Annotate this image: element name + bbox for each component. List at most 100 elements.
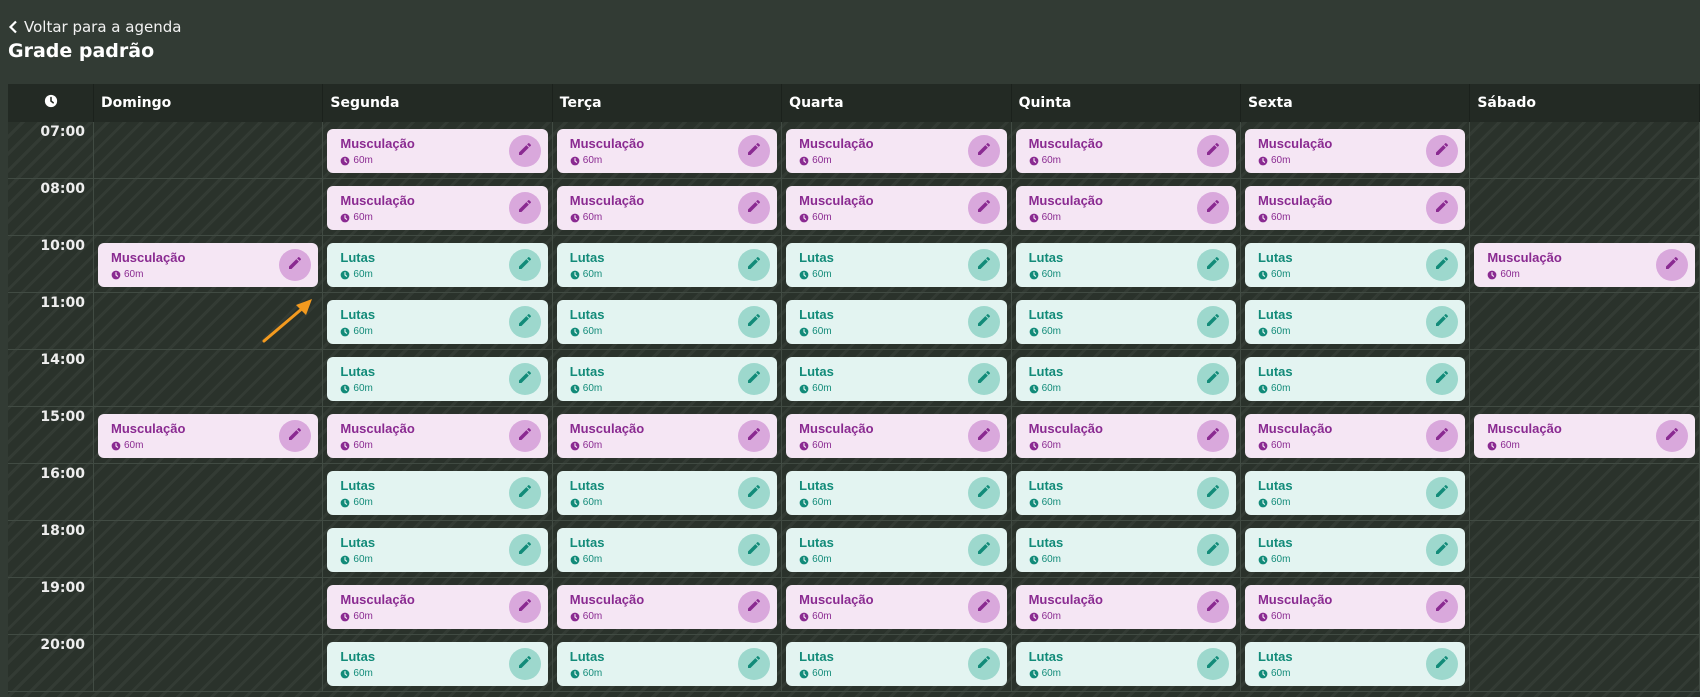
edit-button[interactable] <box>279 420 312 452</box>
back-link[interactable]: Voltar para a agenda <box>8 16 181 38</box>
edit-button[interactable] <box>508 420 541 452</box>
class-card[interactable]: Lutas 60m <box>786 243 1007 287</box>
class-card[interactable]: Lutas 60m <box>556 300 778 344</box>
class-card[interactable]: Lutas 60m <box>1015 471 1236 515</box>
class-card[interactable]: Musculação 60m <box>556 585 778 629</box>
class-card[interactable]: Musculação 60m <box>98 243 319 287</box>
edit-button[interactable] <box>1426 363 1459 395</box>
edit-button[interactable] <box>1426 591 1459 623</box>
edit-button[interactable] <box>967 534 1000 566</box>
edit-button[interactable] <box>738 591 771 623</box>
edit-button[interactable] <box>738 648 771 680</box>
class-card[interactable]: Musculação 60m <box>556 414 778 458</box>
class-card[interactable]: Lutas 60m <box>327 528 548 572</box>
class-card[interactable]: Lutas 60m <box>786 357 1007 401</box>
class-card[interactable]: Lutas 60m <box>786 642 1007 686</box>
edit-button[interactable] <box>508 591 541 623</box>
class-card[interactable]: Lutas 60m <box>786 300 1007 344</box>
edit-button[interactable] <box>1196 135 1229 167</box>
class-card[interactable]: Lutas 60m <box>1244 471 1466 515</box>
class-card[interactable]: Lutas 60m <box>786 471 1007 515</box>
edit-button[interactable] <box>508 249 541 281</box>
class-card[interactable]: Lutas 60m <box>327 300 548 344</box>
edit-button[interactable] <box>1426 420 1459 452</box>
class-card[interactable]: Musculação 60m <box>98 414 319 458</box>
edit-button[interactable] <box>508 135 541 167</box>
class-card[interactable]: Musculação 60m <box>1244 414 1466 458</box>
class-card[interactable]: Lutas 60m <box>1015 528 1236 572</box>
class-card[interactable]: Musculação 60m <box>786 186 1007 230</box>
class-card[interactable]: Lutas 60m <box>327 243 548 287</box>
class-card[interactable]: Lutas 60m <box>1244 357 1466 401</box>
edit-button[interactable] <box>967 420 1000 452</box>
edit-button[interactable] <box>1196 420 1229 452</box>
edit-button[interactable] <box>1426 306 1459 338</box>
class-card[interactable]: Lutas 60m <box>1244 243 1466 287</box>
edit-button[interactable] <box>508 363 541 395</box>
edit-button[interactable] <box>738 306 771 338</box>
edit-button[interactable] <box>967 192 1000 224</box>
class-card[interactable]: Musculação 60m <box>786 414 1007 458</box>
class-card[interactable]: Lutas 60m <box>1244 642 1466 686</box>
class-card[interactable]: Lutas 60m <box>327 357 548 401</box>
edit-button[interactable] <box>1196 648 1229 680</box>
class-card[interactable]: Lutas 60m <box>327 471 548 515</box>
class-card[interactable]: Lutas 60m <box>556 357 778 401</box>
edit-button[interactable] <box>738 363 771 395</box>
class-card[interactable]: Lutas 60m <box>1015 243 1236 287</box>
edit-button[interactable] <box>967 363 1000 395</box>
edit-button[interactable] <box>508 306 541 338</box>
class-card[interactable]: Musculação 60m <box>1244 186 1466 230</box>
class-card[interactable]: Lutas 60m <box>786 528 1007 572</box>
edit-button[interactable] <box>508 534 541 566</box>
edit-button[interactable] <box>1426 477 1459 509</box>
edit-button[interactable] <box>1426 192 1459 224</box>
edit-button[interactable] <box>1426 135 1459 167</box>
edit-button[interactable] <box>1196 363 1229 395</box>
class-card[interactable]: Musculação 60m <box>786 585 1007 629</box>
edit-button[interactable] <box>1196 192 1229 224</box>
edit-button[interactable] <box>967 249 1000 281</box>
class-card[interactable]: Musculação 60m <box>327 414 548 458</box>
class-card[interactable]: Lutas 60m <box>1015 642 1236 686</box>
class-card[interactable]: Lutas 60m <box>1244 300 1466 344</box>
edit-button[interactable] <box>738 477 771 509</box>
class-card[interactable]: Musculação 60m <box>327 186 548 230</box>
edit-button[interactable] <box>508 648 541 680</box>
edit-button[interactable] <box>279 249 312 281</box>
edit-button[interactable] <box>738 420 771 452</box>
class-card[interactable]: Lutas 60m <box>556 528 778 572</box>
edit-button[interactable] <box>967 135 1000 167</box>
class-card[interactable]: Musculação 60m <box>556 129 778 173</box>
class-card[interactable]: Lutas 60m <box>556 642 778 686</box>
edit-button[interactable] <box>738 135 771 167</box>
class-card[interactable]: Lutas 60m <box>1015 300 1236 344</box>
edit-button[interactable] <box>967 477 1000 509</box>
edit-button[interactable] <box>1655 420 1688 452</box>
class-card[interactable]: Lutas 60m <box>1015 357 1236 401</box>
class-card[interactable]: Lutas 60m <box>556 471 778 515</box>
class-card[interactable]: Lutas 60m <box>1244 528 1466 572</box>
edit-button[interactable] <box>967 648 1000 680</box>
class-card[interactable]: Musculação 60m <box>327 585 548 629</box>
class-card[interactable]: Musculação 60m <box>1015 186 1236 230</box>
edit-button[interactable] <box>738 249 771 281</box>
edit-button[interactable] <box>1196 477 1229 509</box>
class-card[interactable]: Musculação 60m <box>1244 129 1466 173</box>
edit-button[interactable] <box>967 591 1000 623</box>
edit-button[interactable] <box>1426 648 1459 680</box>
class-card[interactable]: Lutas 60m <box>327 642 548 686</box>
class-card[interactable]: Musculação 60m <box>1474 243 1695 287</box>
class-card[interactable]: Musculação 60m <box>1015 414 1236 458</box>
class-card[interactable]: Musculação 60m <box>556 186 778 230</box>
class-card[interactable]: Musculação 60m <box>1015 129 1236 173</box>
edit-button[interactable] <box>1196 306 1229 338</box>
edit-button[interactable] <box>1655 249 1688 281</box>
edit-button[interactable] <box>1196 591 1229 623</box>
edit-button[interactable] <box>1426 249 1459 281</box>
edit-button[interactable] <box>967 306 1000 338</box>
edit-button[interactable] <box>508 192 541 224</box>
edit-button[interactable] <box>1426 534 1459 566</box>
edit-button[interactable] <box>738 192 771 224</box>
edit-button[interactable] <box>738 534 771 566</box>
